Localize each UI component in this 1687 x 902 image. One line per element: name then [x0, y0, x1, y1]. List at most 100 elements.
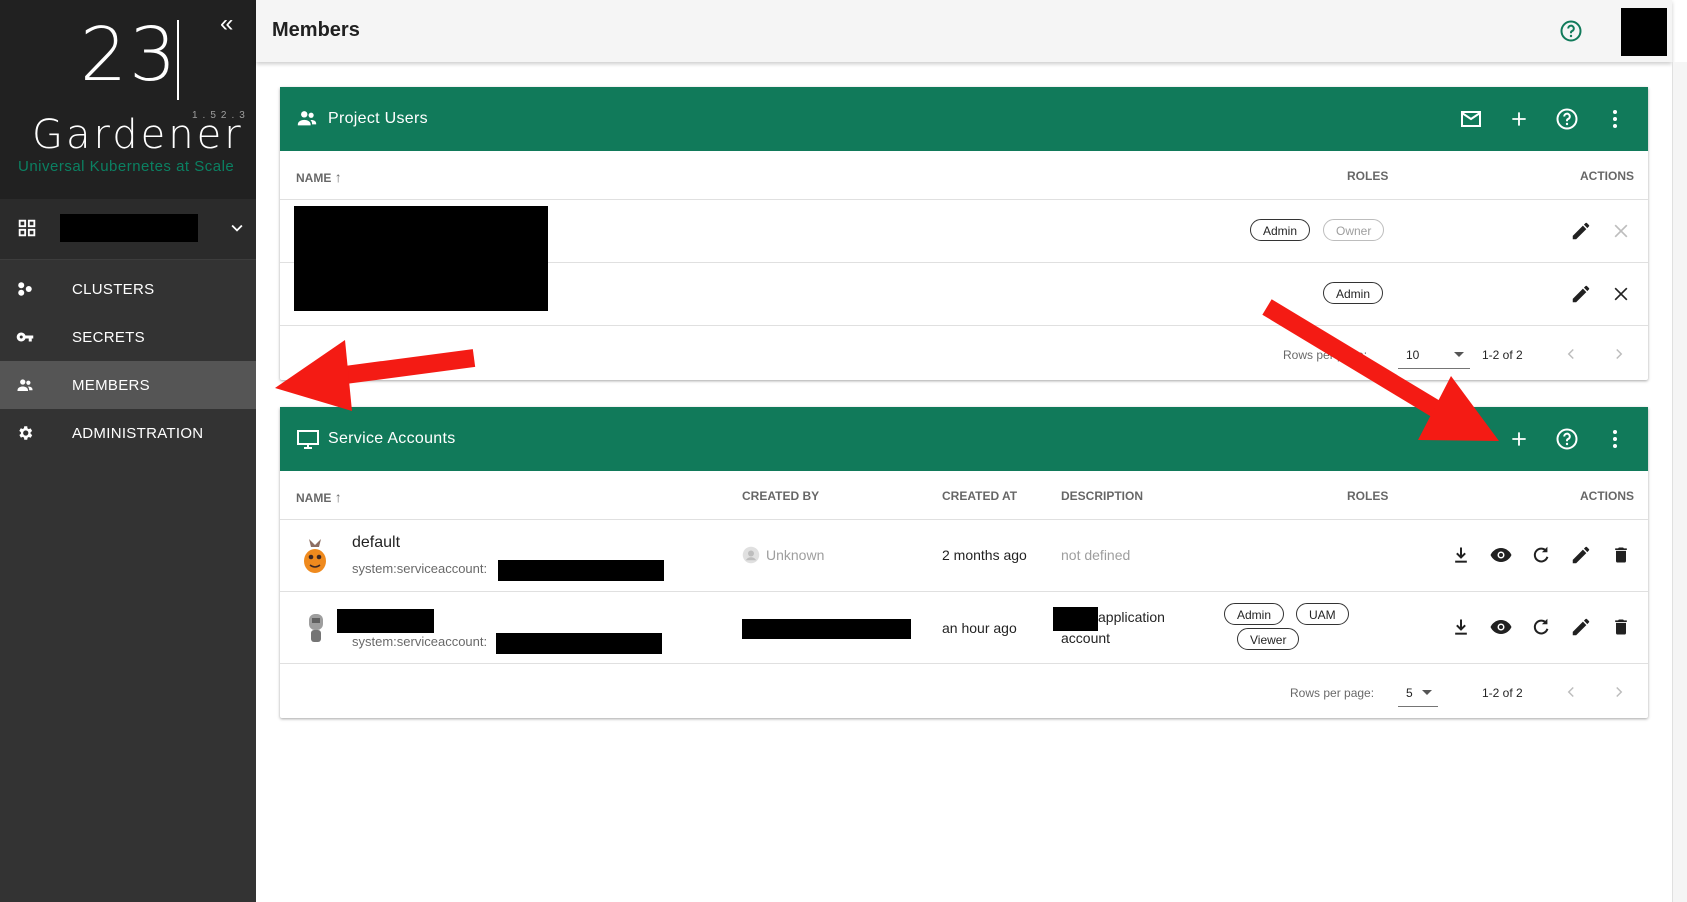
download-kubeconfig-button[interactable]	[1449, 543, 1473, 567]
chevron-down-icon[interactable]	[226, 217, 248, 239]
column-header-name[interactable]: NAME ↑	[296, 489, 342, 505]
remove-member-button[interactable]	[1609, 282, 1633, 306]
brand-header: 23 1.52.3 Gardener Universal Kubernetes …	[0, 0, 256, 199]
rows-per-page-select[interactable]: 5	[1398, 678, 1438, 707]
created-by-redacted	[742, 619, 911, 639]
refresh-icon	[1533, 618, 1549, 635]
project-selector[interactable]	[0, 199, 256, 260]
pencil-icon	[1572, 546, 1590, 564]
column-header-created-at: CREATED AT	[942, 489, 1018, 503]
chevron-left-icon	[1567, 348, 1574, 360]
next-page-button[interactable]	[1607, 680, 1631, 704]
service-account-id: system:serviceaccount:	[352, 561, 488, 576]
sidebar-item-label: SECRETS	[72, 329, 145, 346]
mail-icon	[1461, 111, 1481, 127]
pencil-icon	[1572, 222, 1590, 240]
sidebar-item-label: MEMBERS	[72, 377, 150, 394]
service-accounts-help-button[interactable]	[1553, 425, 1581, 453]
reset-service-account-button[interactable]	[1529, 543, 1553, 567]
download-kubeconfig-button[interactable]	[1449, 615, 1473, 639]
created-at: 2 months ago	[942, 547, 1027, 563]
table-row: system:serviceaccount: an hour ago appli…	[280, 592, 1648, 664]
column-header-name[interactable]: NAME ↑	[296, 169, 342, 185]
top-toolbar: Members	[256, 0, 1672, 62]
logo-divider	[177, 20, 179, 100]
help-icon	[1556, 108, 1578, 130]
sidebar-item-clusters[interactable]: CLUSTERS	[0, 265, 256, 313]
role-chip-viewer: Viewer	[1237, 628, 1300, 650]
trash-icon	[1615, 547, 1627, 563]
pencil-icon	[1572, 618, 1590, 636]
service-account-avatar	[309, 614, 323, 642]
remove-member-button[interactable]	[1609, 219, 1633, 243]
add-user-button[interactable]	[1505, 105, 1533, 133]
service-accounts-title: Service Accounts	[328, 430, 456, 447]
page-title: Members	[272, 19, 360, 41]
service-accounts-card: Service Accounts NAME ↑ CREATED BY CREAT…	[280, 407, 1648, 718]
rows-per-page-value: 10	[1406, 348, 1420, 362]
members-icon	[17, 379, 33, 391]
sidebar-item-administration[interactable]: ADMINISTRATION	[0, 409, 256, 457]
created-at: an hour ago	[942, 620, 1017, 636]
rows-per-page-select[interactable]: 10	[1398, 340, 1470, 369]
view-kubeconfig-button[interactable]	[1489, 543, 1513, 567]
service-account-id: system:serviceaccount:	[352, 634, 488, 649]
role-chip-owner: Owner	[1323, 219, 1385, 241]
service-account-id-redacted	[496, 633, 662, 654]
gear-icon	[19, 426, 33, 440]
column-header-roles: ROLES	[1347, 489, 1389, 503]
users-menu-button[interactable]	[1601, 105, 1629, 133]
close-icon	[1614, 224, 1628, 238]
monitor-icon	[297, 430, 319, 449]
collapse-sidebar-icon[interactable]: «	[220, 10, 233, 38]
add-service-account-button[interactable]	[1505, 425, 1533, 453]
prev-page-button[interactable]	[1559, 342, 1583, 366]
help-icon[interactable]	[1559, 19, 1583, 43]
sidebar: 23 1.52.3 Gardener Universal Kubernetes …	[0, 0, 256, 902]
service-account-id-redacted	[498, 560, 664, 581]
project-users-header: Project Users	[280, 87, 1648, 151]
edit-member-button[interactable]	[1569, 282, 1593, 306]
service-account-avatar	[304, 539, 326, 573]
logo-number: 23	[80, 12, 179, 98]
plus-icon	[1512, 432, 1526, 446]
eye-icon	[1490, 548, 1512, 562]
role-chip-admin: Admin	[1323, 282, 1384, 304]
delete-service-account-button[interactable]	[1609, 543, 1633, 567]
clusters-icon	[18, 282, 32, 296]
edit-service-account-button[interactable]	[1569, 543, 1593, 567]
edit-member-button[interactable]	[1569, 219, 1593, 243]
view-kubeconfig-button[interactable]	[1489, 615, 1513, 639]
service-accounts-menu-button[interactable]	[1601, 425, 1629, 453]
scrollbar-track[interactable]	[1672, 62, 1687, 902]
rows-per-page-label: Rows per page:	[1283, 348, 1368, 362]
mail-button[interactable]	[1457, 105, 1485, 133]
service-accounts-table-header: NAME ↑ CREATED BY CREATED AT DESCRIPTION…	[280, 471, 1648, 520]
chevron-right-icon	[1616, 348, 1623, 360]
next-page-button[interactable]	[1607, 342, 1631, 366]
sidebar-item-secrets[interactable]: SECRETS	[0, 313, 256, 361]
project-users-pagination: Rows per page: 10 1-2 of 2	[280, 326, 1648, 382]
member-names-redacted	[294, 206, 548, 311]
pencil-icon	[1572, 285, 1590, 303]
dropdown-arrow-icon	[1422, 690, 1432, 695]
rows-per-page-label: Rows per page:	[1290, 686, 1375, 700]
table-row: default system:serviceaccount: Unknown 2…	[280, 520, 1648, 592]
sidebar-nav: CLUSTERS SECRETS MEMBERS ADMINISTRATION	[0, 265, 256, 457]
project-name-redacted	[60, 214, 198, 242]
service-account-name: default	[352, 534, 401, 551]
delete-service-account-button[interactable]	[1609, 615, 1633, 639]
column-header-actions: ACTIONS	[1580, 489, 1634, 503]
user-avatar[interactable]	[1621, 8, 1667, 56]
reset-service-account-button[interactable]	[1529, 615, 1553, 639]
service-accounts-header: Service Accounts	[280, 407, 1648, 471]
page-range: 1-2 of 2	[1482, 348, 1523, 362]
column-header-label: NAME	[296, 491, 332, 505]
project-users-card: Project Users NAME ↑ ROLES ACTIONS Admin…	[280, 87, 1648, 380]
users-help-button[interactable]	[1553, 105, 1581, 133]
edit-service-account-button[interactable]	[1569, 615, 1593, 639]
sidebar-item-members[interactable]: MEMBERS	[0, 361, 256, 409]
grid-icon	[18, 219, 36, 237]
prev-page-button[interactable]	[1559, 680, 1583, 704]
service-account-name-redacted	[337, 609, 434, 633]
